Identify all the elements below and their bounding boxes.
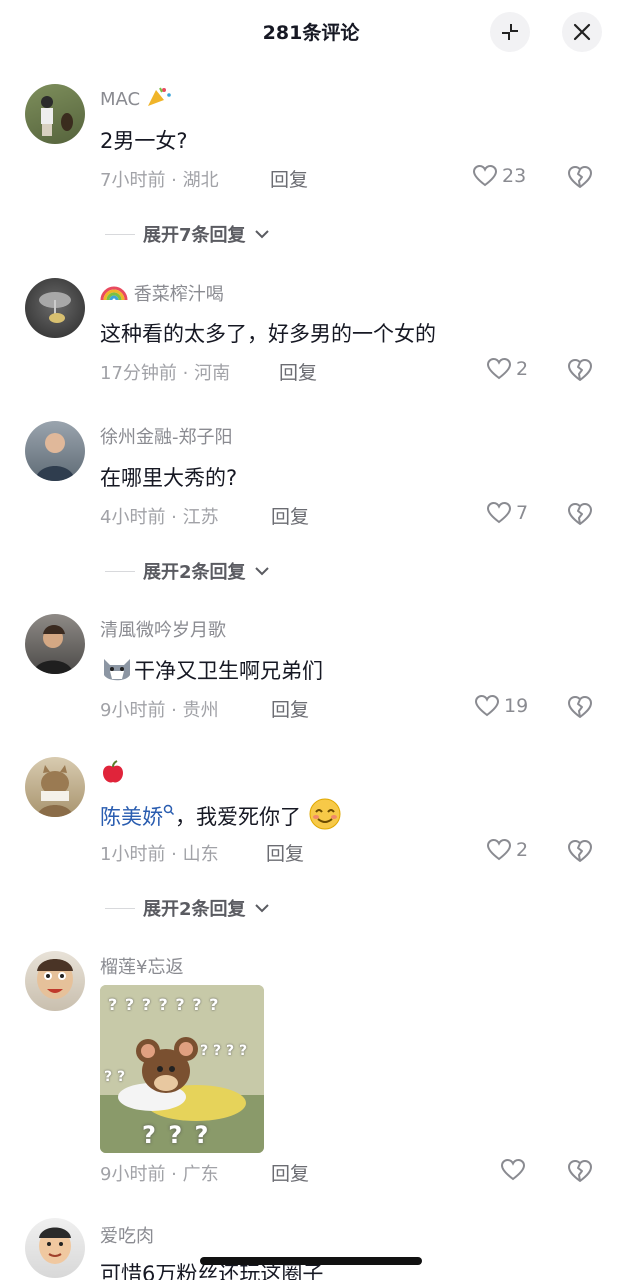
comment-meta: 4小时前 · 江苏	[100, 507, 219, 528]
expand-replies-label: 展开2条回复	[143, 899, 246, 920]
reply-button[interactable]: 回复	[271, 695, 309, 722]
meme-question-marks: ? ? ?	[142, 1121, 211, 1149]
like-count: 7	[516, 502, 529, 524]
expand-replies-label: 展开7条回复	[143, 225, 246, 246]
broken-heart-icon	[568, 840, 592, 862]
dislike-button[interactable]	[566, 501, 594, 531]
comment-meta: 1小时前 · 山东	[100, 844, 219, 865]
broken-heart-icon	[568, 1160, 592, 1182]
husky-emoji-icon	[100, 655, 134, 683]
chevron-down-icon	[254, 567, 269, 576]
like-count: 2	[516, 839, 529, 861]
heart-icon	[486, 838, 512, 861]
heart-icon	[472, 164, 498, 187]
avatar[interactable]	[25, 614, 85, 674]
collapse-button[interactable]	[490, 12, 530, 52]
username[interactable]: 香菜榨汁喝	[134, 284, 224, 305]
heart-icon	[486, 501, 512, 524]
broken-heart-icon	[568, 359, 592, 381]
comment-meta: 9小时前 · 广东	[100, 1164, 219, 1185]
expand-divider	[105, 907, 135, 909]
comment-meta: 9小时前 · 贵州	[100, 700, 219, 721]
comment-text: 这种看的太多了，好多男的一个女的	[100, 322, 436, 346]
username[interactable]: 徐州金融-郑子阳	[100, 423, 233, 449]
like-button[interactable]: 23	[472, 164, 526, 188]
reply-button[interactable]: 回复	[270, 165, 308, 192]
like-count: 19	[504, 695, 529, 717]
expand-replies-button[interactable]: 展开2条回复	[105, 895, 270, 921]
comment-text: 2男一女?	[100, 129, 188, 153]
reply-button[interactable]: 回复	[271, 1159, 309, 1186]
dislike-button[interactable]	[566, 1158, 594, 1188]
reply-button[interactable]: 回复	[279, 358, 317, 385]
search-icon	[163, 797, 175, 816]
comment-image-meme[interactable]: ? ? ? ? ? ? ? ? ? ? ? ? ? ? ? ?	[100, 985, 264, 1153]
like-button[interactable]: 2	[486, 357, 528, 381]
like-count: 2	[516, 358, 529, 380]
like-button[interactable]	[500, 1158, 530, 1182]
meme-question-marks: ? ?	[104, 1069, 126, 1085]
dislike-button[interactable]	[566, 694, 594, 724]
broken-heart-icon	[568, 696, 592, 718]
comment-text: 干净又卫生啊兄弟们	[134, 659, 323, 683]
chevron-down-icon	[254, 230, 269, 239]
broken-heart-icon	[568, 166, 592, 188]
avatar[interactable]	[25, 951, 85, 1011]
home-indicator[interactable]	[200, 1257, 422, 1265]
comment-meta: 17分钟前 · 河南	[100, 363, 231, 384]
shy-smile-emoji-icon	[308, 798, 342, 830]
avatar[interactable]	[25, 84, 85, 144]
username[interactable]: 爱吃肉	[100, 1222, 154, 1248]
meme-question-marks: ? ? ? ?	[200, 1043, 248, 1059]
reply-button[interactable]: 回复	[271, 502, 309, 529]
comment-text: 在哪里大秀的?	[100, 466, 238, 490]
dislike-button[interactable]	[566, 357, 594, 387]
reply-button[interactable]: 回复	[266, 839, 304, 866]
avatar[interactable]	[25, 421, 85, 481]
broken-heart-icon	[568, 503, 592, 525]
username[interactable]: 榴莲¥忘返	[100, 953, 183, 979]
rainbow-icon	[100, 282, 128, 302]
expand-replies-button[interactable]: 展开2条回复	[105, 558, 270, 584]
user-mention[interactable]: 陈美娇	[100, 805, 163, 829]
avatar[interactable]	[25, 1218, 85, 1278]
heart-icon	[500, 1158, 526, 1181]
like-button[interactable]: 19	[474, 694, 528, 718]
dislike-button[interactable]	[566, 838, 594, 868]
close-button[interactable]	[562, 12, 602, 52]
expand-divider	[105, 233, 135, 235]
avatar[interactable]	[25, 278, 85, 338]
username[interactable]: MAC	[100, 89, 140, 110]
username[interactable]: 清風微吟岁月歌	[100, 616, 226, 642]
avatar[interactable]	[25, 757, 85, 817]
like-button[interactable]: 7	[486, 501, 528, 525]
comment-meta: 7小时前 · 湖北	[100, 170, 219, 191]
collapse-icon	[502, 24, 518, 40]
like-button[interactable]: 2	[486, 838, 528, 862]
expand-replies-label: 展开2条回复	[143, 562, 246, 583]
like-count: 23	[502, 165, 527, 187]
meme-question-marks: ? ? ? ? ? ? ?	[108, 995, 220, 1014]
comments-header: 281条评论	[0, 0, 622, 64]
heart-icon	[474, 694, 500, 717]
expand-replies-button[interactable]: 展开7条回复	[105, 221, 270, 247]
dislike-button[interactable]	[566, 164, 594, 194]
close-icon	[573, 23, 591, 41]
chevron-down-icon	[254, 904, 269, 913]
apple-icon	[100, 759, 126, 785]
expand-divider	[105, 570, 135, 572]
party-popper-icon	[146, 86, 171, 106]
comment-text: ，我爱死你了	[175, 805, 301, 829]
heart-icon	[486, 357, 512, 380]
